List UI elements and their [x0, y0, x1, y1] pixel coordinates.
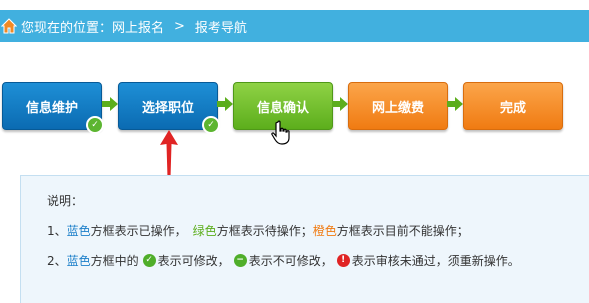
legend-num: 1、	[47, 224, 67, 238]
check-icon: ✓	[202, 116, 220, 134]
step-navigation: 信息维护 ✓ 选择职位 ✓ 信息确认 网上缴费 完成	[0, 82, 589, 134]
legend-orange-word: 橙色	[312, 224, 337, 238]
step-label: 信息维护	[25, 100, 78, 116]
arrow-right-icon	[447, 97, 463, 111]
pointer-arrow-icon	[160, 130, 178, 178]
legend-line-2: 2、 蓝色 方框中的 ✓ 表示可修改， − 表示不可修改， ! 表示审核未通过，…	[47, 252, 520, 269]
step-label: 信息确认	[256, 100, 309, 116]
legend-blue-word: 蓝色	[66, 254, 91, 268]
legend-num: 2、	[47, 254, 67, 268]
legend-text: 方框表示已操作，	[90, 224, 187, 238]
legend-text: 表示审核未通过，须重新操作。	[351, 254, 520, 268]
breadcrumb-current[interactable]: 报考导航	[195, 17, 247, 36]
breadcrumb-separator: >	[174, 18, 185, 34]
step-select-position[interactable]: 选择职位 ✓	[118, 82, 220, 134]
legend-text: 表示不可修改，	[248, 254, 333, 268]
legend-blue-word: 蓝色	[66, 224, 91, 238]
minus-circle-icon: −	[233, 254, 247, 267]
step-info-maintain[interactable]: 信息维护 ✓	[2, 82, 104, 134]
arrow-right-icon	[332, 97, 348, 111]
legend-text: 方框表示目前不能操作；	[336, 224, 469, 238]
legend-green-word: 绿色	[192, 224, 217, 238]
arrow-right-icon	[102, 97, 118, 111]
error-circle-icon: !	[336, 254, 350, 267]
hand-cursor-icon	[271, 120, 290, 145]
breadcrumb-prefix: 您现在的位置：网上报名	[21, 20, 165, 36]
legend-line-1: 1、 蓝色 方框表示已操作， 绿色 方框表示待操作； 橙色 方框表示目前不能操作…	[47, 222, 469, 239]
breadcrumb: 您现在的位置：网上报名 > 报考导航	[0, 10, 589, 42]
legend-panel: 说明： 1、 蓝色 方框表示已操作， 绿色 方框表示待操作； 橙色 方框表示目前…	[20, 175, 589, 303]
step-online-payment[interactable]: 网上缴费	[348, 82, 448, 130]
legend-title: 说明：	[47, 194, 84, 208]
legend-text: 方框表示待操作；	[216, 224, 313, 238]
home-icon	[1, 18, 17, 34]
check-circle-icon: ✓	[142, 254, 156, 267]
check-icon: ✓	[86, 116, 104, 134]
legend-text: 方框中的	[90, 254, 139, 268]
step-label: 完成	[499, 100, 526, 116]
arrow-right-icon	[217, 97, 233, 111]
step-label: 网上缴费	[371, 100, 424, 116]
step-complete[interactable]: 完成	[463, 82, 563, 130]
legend-text: 表示可修改，	[157, 254, 230, 268]
step-label: 选择职位	[141, 100, 194, 116]
